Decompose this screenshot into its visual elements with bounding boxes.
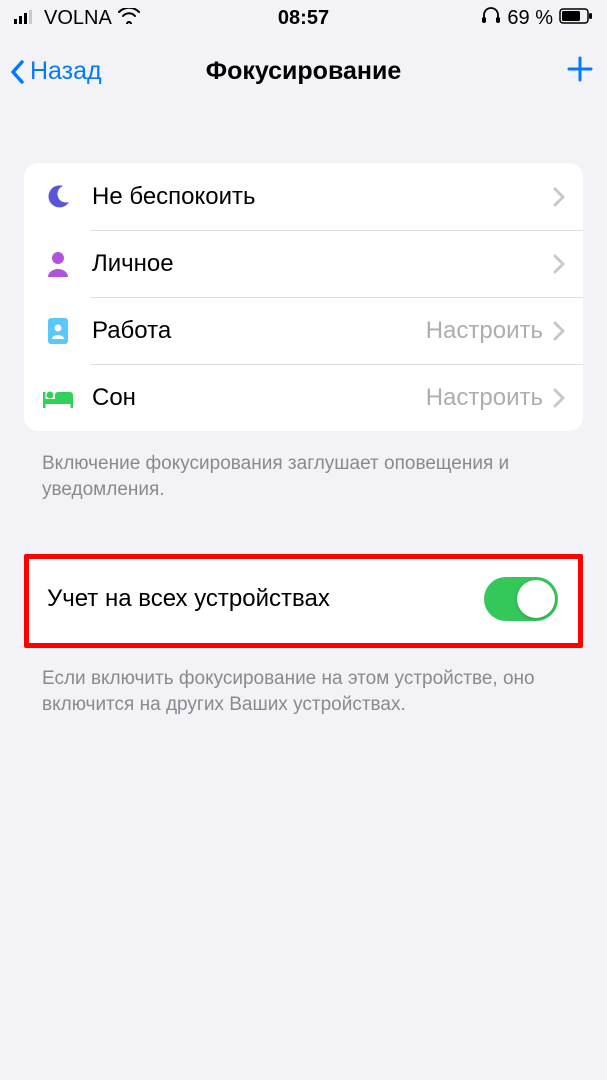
focus-footer-text: Включение фокусирования заглушает оповещ…: [0, 441, 607, 508]
focus-row-dnd[interactable]: Не беспокоить: [24, 163, 583, 230]
focus-row-sleep[interactable]: Сон Настроить: [24, 364, 583, 431]
status-bar: VOLNA 08:57 69 %: [0, 0, 607, 36]
battery-percent: 69 %: [507, 7, 553, 30]
moon-icon: [42, 184, 74, 210]
focus-row-work[interactable]: Работа Настроить: [24, 297, 583, 364]
clock: 08:57: [278, 7, 329, 30]
share-footer-text: Если включить фокусирование на этом устр…: [0, 652, 607, 723]
focus-label: Работа: [92, 317, 171, 345]
toggle-knob: [517, 580, 555, 618]
back-label: Назад: [30, 57, 102, 86]
back-button[interactable]: Назад: [8, 57, 102, 86]
chevron-left-icon: [8, 58, 28, 86]
page-title: Фокусирование: [206, 57, 402, 86]
battery-icon: [559, 7, 593, 30]
focus-modes-group: Не беспокоить Личное Работа Настроить Со…: [24, 163, 583, 431]
share-across-devices-toggle[interactable]: [484, 577, 558, 621]
headphones-icon: [481, 6, 501, 30]
focus-label: Личное: [92, 250, 174, 278]
focus-row-personal[interactable]: Личное: [24, 230, 583, 297]
chevron-right-icon: [553, 388, 565, 408]
add-button[interactable]: [565, 54, 595, 89]
badge-icon: [42, 317, 74, 345]
focus-detail: Настроить: [426, 317, 543, 345]
plus-icon: [565, 54, 595, 84]
chevron-right-icon: [553, 254, 565, 274]
nav-bar: Назад Фокусирование: [0, 36, 607, 103]
chevron-right-icon: [553, 321, 565, 341]
signal-icon: [14, 7, 38, 30]
focus-label: Сон: [92, 384, 136, 412]
person-icon: [42, 251, 74, 277]
focus-detail: Настроить: [426, 384, 543, 412]
chevron-right-icon: [553, 187, 565, 207]
focus-label: Не беспокоить: [92, 183, 256, 211]
toggle-label: Учет на всех устройствах: [47, 585, 330, 613]
wifi-icon: [118, 7, 140, 30]
bed-icon: [42, 388, 74, 408]
highlight-box: Учет на всех устройствах: [24, 554, 583, 648]
carrier-label: VOLNA: [44, 7, 112, 30]
share-across-devices-row: Учет на всех устройствах: [29, 559, 578, 643]
